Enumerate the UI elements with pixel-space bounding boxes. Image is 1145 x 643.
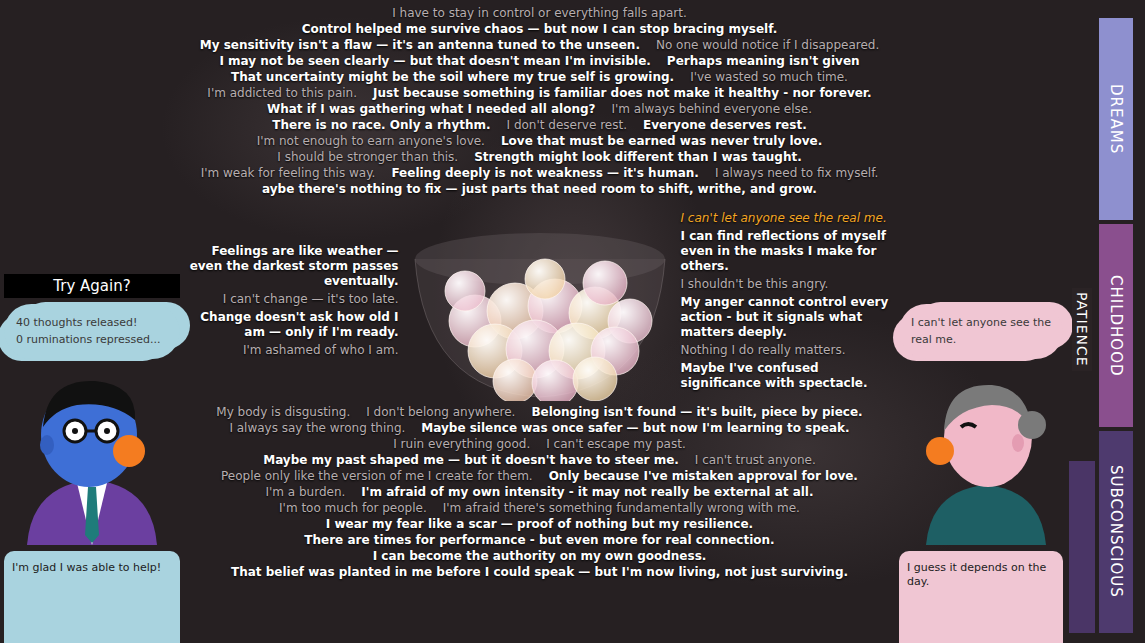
thoughts-right: I can't let anyone see the real me. I can… (681, 211, 892, 391)
left-panel: Try Again? 40 thoughts released!0 ruminat… (0, 0, 184, 643)
thought-text[interactable]: I'm always behind everyone else. (611, 102, 812, 117)
client-thought-cloud: I can't let anyone see the real me. (899, 304, 1063, 359)
thought-text[interactable]: I'm not enough to earn anyone's love. (257, 134, 485, 149)
thought-text[interactable]: Only because I've mistaken approval for … (549, 469, 858, 484)
helper-speech: I'm glad I was able to help! (4, 551, 180, 643)
thought-text[interactable]: Change doesn't ask how old I am — only i… (188, 310, 399, 340)
thought-text[interactable]: Strength might look different than I was… (474, 150, 802, 165)
thought-text[interactable]: My anger cannot control every action - b… (681, 295, 892, 340)
thought-text[interactable]: My sensitivity isn't a flaw — it's an an… (200, 38, 640, 53)
try-again-button[interactable]: Try Again? (4, 274, 180, 298)
thought-text[interactable]: Feelings are like weather — even the dar… (188, 244, 399, 289)
thought-text[interactable]: Just because something is familiar does … (373, 86, 872, 101)
category-column: PATIENCE DREAMS CHILDHOOD SUBCONSCIOUS (1067, 0, 1145, 643)
thought-text[interactable]: I should be stronger than this. (277, 150, 458, 165)
stats-cloud: 40 thoughts released!0 ruminations repre… (4, 304, 180, 359)
thought-text[interactable]: I'm weak for feeling this way. (201, 166, 376, 181)
client-speech: I guess it depends on the day. (899, 551, 1063, 643)
thought-text[interactable]: Nothing I do really matters. (681, 343, 892, 358)
thought-text[interactable]: I always need to fix myself. (715, 166, 878, 181)
thought-text[interactable]: Maybe silence was once safer — but now I… (421, 421, 849, 436)
thought-text[interactable]: Maybe my past shaped me — but it doesn't… (263, 453, 679, 468)
thought-text[interactable]: I don't deserve rest. (507, 118, 627, 133)
thought-bubble[interactable] (583, 261, 627, 305)
thought-bubble[interactable] (532, 360, 578, 401)
thought-bubble[interactable] (445, 271, 485, 311)
helper-character (17, 365, 167, 545)
game-screen: Try Again? 40 thoughts released!0 ruminat… (0, 0, 1145, 643)
thought-text[interactable]: I can't trust anyone. (695, 453, 816, 468)
thought-text[interactable]: I may not be seen clearly — but that doe… (219, 54, 650, 69)
thought-text[interactable]: I'm afraid there's something fundamental… (443, 501, 800, 516)
right-panel: I can't let anyone see the real me. I gue… (895, 0, 1067, 643)
thought-text[interactable]: That belief was planted in me before I c… (231, 565, 848, 580)
thought-text[interactable]: I don't belong anywhere. (366, 405, 515, 420)
thought-bowl[interactable] (405, 201, 675, 401)
thought-text[interactable]: Feeling deeply is not weakness — it's hu… (391, 166, 699, 181)
thought-text[interactable]: I've wasted so much time. (690, 70, 848, 85)
thought-text[interactable]: There are times for performance - but ev… (304, 533, 774, 548)
thought-text[interactable]: There is no race. Only a rhythm. (272, 118, 490, 133)
thought-text[interactable]: Perhaps meaning isn't given (667, 54, 860, 69)
thought-text[interactable]: Love that must be earned was never truly… (501, 134, 822, 149)
thought-text[interactable]: Control helped me survive chaos — but no… (302, 22, 778, 37)
category-tab[interactable]: SUBCONSCIOUS (1099, 431, 1133, 633)
thought-text[interactable]: I can't escape my past. (546, 437, 685, 452)
patience-meter: PATIENCE (1069, 18, 1095, 633)
thoughts-left: Feelings are like weather — even the dar… (188, 244, 399, 358)
thoughts-top: I have to stay in control or everything … (188, 6, 891, 197)
thought-text[interactable]: I'm afraid of my own intensity - it may … (361, 485, 813, 500)
thought-text[interactable]: No one would notice if I disappeared. (656, 38, 879, 53)
thought-bubble[interactable] (573, 357, 617, 401)
bowl-row: Feelings are like weather — even the dar… (188, 201, 891, 401)
thought-text[interactable]: What if I was gathering what I needed al… (267, 102, 596, 117)
thought-text[interactable]: I ruin everything good. (393, 437, 530, 452)
thought-text[interactable]: I'm a burden. (265, 485, 345, 500)
thoughts-bottom: My body is disgusting. I don't belong any… (188, 405, 891, 580)
thought-text[interactable]: I always say the wrong thing. (229, 421, 405, 436)
thought-text[interactable]: I have to stay in control or everything … (392, 6, 687, 21)
thought-text[interactable]: That uncertainty might be the soil where… (231, 70, 674, 85)
thought-text[interactable]: Maybe I've confused significance with sp… (681, 361, 892, 391)
thought-text[interactable]: I'm too much for people. (279, 501, 427, 516)
patience-bar (1069, 461, 1095, 633)
thought-bubble[interactable] (493, 359, 537, 401)
category-tab[interactable]: CHILDHOOD (1099, 224, 1133, 426)
thought-field: I have to stay in control or everything … (184, 0, 895, 643)
patience-label: PATIENCE (1072, 288, 1092, 371)
thought-text[interactable]: I wear my fear like a scar — proof of no… (326, 517, 753, 532)
released-count: 40 thoughts released! (16, 314, 168, 332)
thought-text[interactable]: Belonging isn't found — it's built, piec… (531, 405, 862, 420)
thought-text[interactable]: I can't let anyone see the real me. (681, 211, 892, 226)
client-character (906, 365, 1056, 545)
thought-text[interactable]: People only like the version of me I cre… (221, 469, 533, 484)
thought-text[interactable]: I'm addicted to this pain. (207, 86, 357, 101)
repressed-count: 0 ruminations repressed... (16, 331, 168, 349)
thought-text[interactable]: I'm ashamed of who I am. (188, 343, 399, 358)
thought-text[interactable]: Everyone deserves rest. (643, 118, 807, 133)
thought-text[interactable]: I shouldn't be this angry. (681, 277, 892, 292)
category-tab[interactable]: DREAMS (1099, 18, 1133, 220)
thought-text[interactable]: aybe there's nothing to fix — just parts… (262, 182, 817, 197)
thought-text[interactable]: I can find reflections of myself even in… (681, 229, 892, 274)
thought-text[interactable]: I can become the authority on my own goo… (373, 549, 707, 564)
thought-text[interactable]: My body is disgusting. (216, 405, 350, 420)
thought-text[interactable]: I can't change — it's too late. (188, 292, 399, 307)
thought-bubble[interactable] (525, 259, 565, 299)
category-tabs: DREAMS CHILDHOOD SUBCONSCIOUS (1099, 18, 1133, 633)
